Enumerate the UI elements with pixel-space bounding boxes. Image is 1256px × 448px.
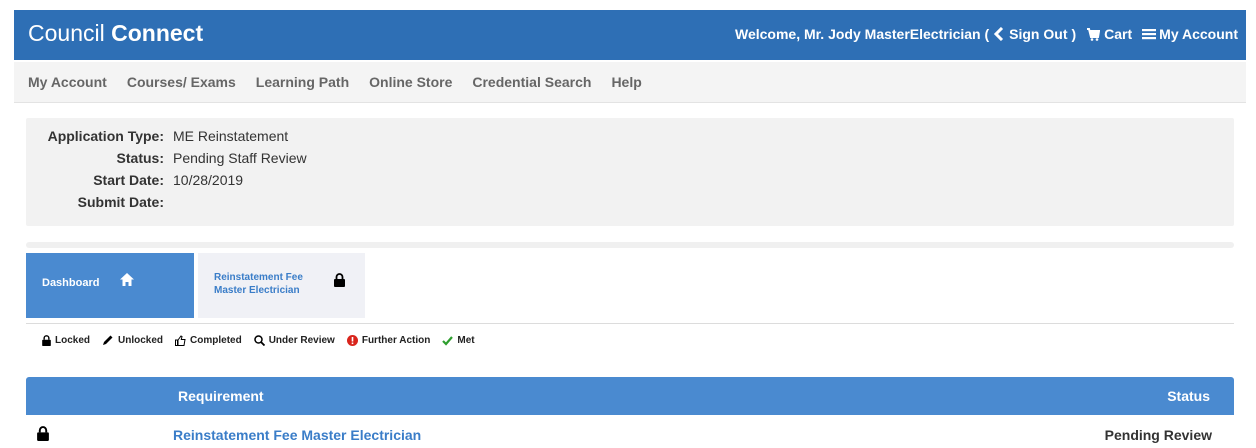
- cart-link[interactable]: Cart: [1086, 26, 1132, 42]
- legend-locked-label: Locked: [55, 335, 91, 346]
- nav-online-store[interactable]: Online Store: [369, 74, 452, 90]
- start-date-value: 10/28/2019: [173, 172, 244, 188]
- nav-my-account[interactable]: My Account: [28, 74, 107, 90]
- tabs-divider-bottom: [26, 323, 1234, 324]
- status-legend: Locked Unlocked Completed Under Review F…: [42, 335, 487, 346]
- legend-further-action-label: Further Action: [361, 335, 431, 346]
- chevron-left-icon: [994, 27, 1004, 41]
- search-icon: [253, 335, 265, 346]
- legend-completed-label: Completed: [190, 335, 242, 346]
- sign-out-label: Sign Out: [1009, 26, 1068, 42]
- column-header-requirement: Requirement: [178, 388, 264, 404]
- legend-met: Met: [442, 335, 475, 346]
- user-welcome-area: Welcome, Mr. Jody MasterElectrician ( Si…: [735, 26, 1238, 42]
- legend-met-label: Met: [457, 335, 475, 346]
- legend-under-review-label: Under Review: [268, 335, 335, 346]
- sign-out-link[interactable]: Sign Out: [993, 26, 1067, 42]
- requirement-link[interactable]: Reinstatement Fee Master Electrician: [173, 427, 421, 443]
- close-paren: ): [1071, 26, 1077, 42]
- application-type-value: ME Reinstatement: [173, 128, 289, 144]
- my-account-label: My Account: [1159, 26, 1238, 42]
- my-account-link[interactable]: My Account: [1142, 26, 1238, 42]
- thumbs-up-icon: [175, 335, 186, 346]
- requirements-table-header: Requirement Status: [26, 377, 1234, 415]
- nav-help[interactable]: Help: [611, 74, 641, 90]
- main-nav: My Account Courses/ Exams Learning Path …: [14, 62, 1246, 103]
- welcome-text: Welcome, Mr. Jody MasterElectrician (: [734, 26, 990, 42]
- start-date-label: Start Date:: [93, 172, 164, 188]
- nav-courses-exams[interactable]: Courses/ Exams: [127, 74, 236, 90]
- legend-unlocked-label: Unlocked: [118, 335, 164, 346]
- cart-icon: [1087, 28, 1101, 41]
- legend-further-action: Further Action: [346, 335, 431, 346]
- legend-completed: Completed: [175, 335, 242, 346]
- checkmark-icon: [442, 336, 454, 346]
- lock-icon: [42, 335, 51, 346]
- tab-dashboard-label: Dashboard: [42, 277, 100, 289]
- top-header-bar: Council Connect Welcome, Mr. Jody Master…: [14, 10, 1246, 60]
- council-connect-logo[interactable]: Council Connect: [28, 20, 203, 47]
- tab-fee-line1: Reinstatement Fee: [214, 272, 303, 283]
- legend-under-review: Under Review: [253, 335, 335, 346]
- tabs-divider-top: [26, 242, 1234, 248]
- submit-date-label: Submit Date:: [77, 194, 164, 210]
- status-value: Pending Staff Review: [173, 150, 307, 166]
- lock-icon: [37, 426, 49, 441]
- nav-learning-path[interactable]: Learning Path: [256, 74, 349, 90]
- lock-icon: [334, 273, 345, 287]
- legend-unlocked: Unlocked: [102, 335, 163, 346]
- tab-fee-line2: Master Electrician: [214, 285, 300, 296]
- home-icon: [120, 273, 134, 286]
- logo-text-connect: Connect: [111, 20, 204, 46]
- exclamation-circle-icon: [346, 335, 358, 346]
- application-type-label: Application Type:: [47, 128, 164, 144]
- column-header-status: Status: [1167, 388, 1210, 404]
- tab-reinstatement-fee-label: Reinstatement Fee Master Electrician: [214, 271, 303, 297]
- tab-dashboard[interactable]: Dashboard: [26, 253, 194, 318]
- tab-reinstatement-fee[interactable]: Reinstatement Fee Master Electrician: [198, 253, 365, 318]
- logo-text-council: Council: [28, 20, 112, 46]
- pencil-icon: [103, 335, 113, 345]
- table-row: Reinstatement Fee Master Electrician Pen…: [26, 415, 1234, 448]
- application-info-panel: Application Type: ME Reinstatement Statu…: [26, 118, 1234, 226]
- requirement-status: Pending Review: [1104, 427, 1212, 443]
- status-label: Status:: [116, 150, 164, 166]
- nav-credential-search[interactable]: Credential Search: [472, 74, 591, 90]
- cart-label: Cart: [1104, 26, 1133, 42]
- legend-locked: Locked: [42, 335, 90, 346]
- hamburger-icon: [1142, 29, 1157, 40]
